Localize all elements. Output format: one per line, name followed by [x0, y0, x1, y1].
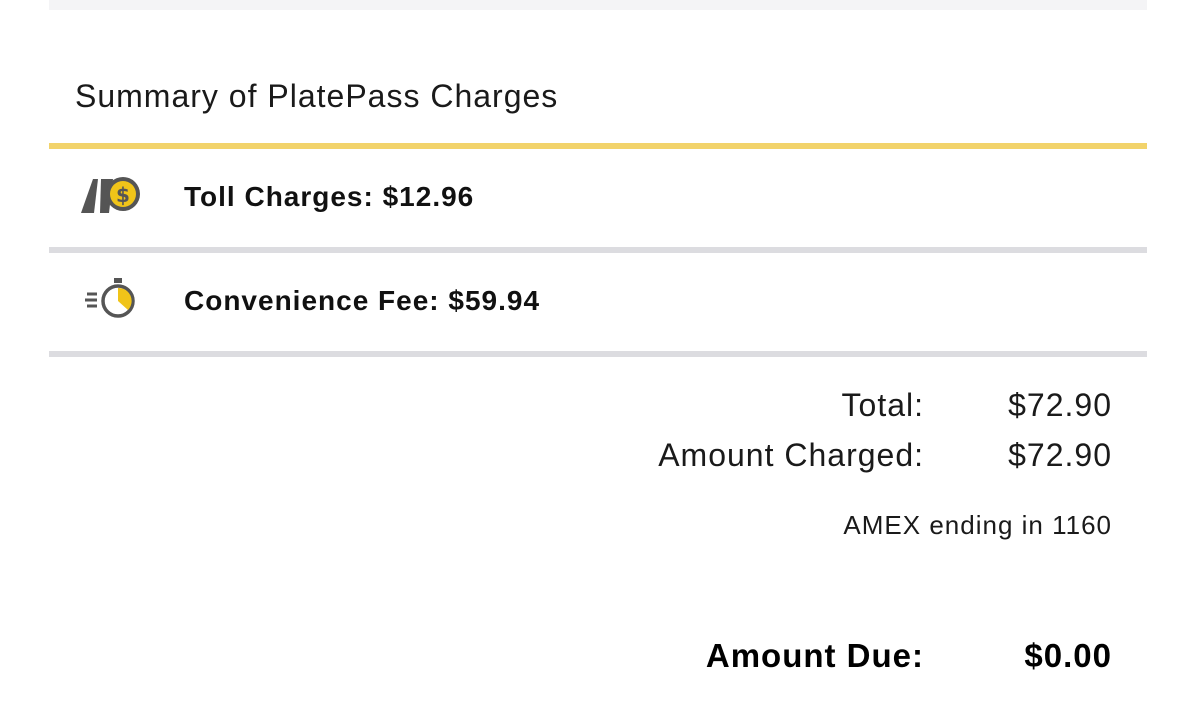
total-label: Total: [841, 387, 924, 423]
charge-row-convenience-fee: Convenience Fee: $59.94 [49, 253, 1147, 351]
convenience-fee-label: Convenience Fee: $59.94 [184, 285, 541, 316]
stopwatch-speed-icon [85, 277, 139, 321]
amount-charged-value: $72.90 [1008, 437, 1112, 473]
toll-charges-label: Toll Charges: $12.96 [184, 181, 475, 212]
charge-row-toll: $ Toll Charges: $12.96 [49, 149, 1147, 247]
amount-due-label: Amount Due: [705, 637, 924, 674]
amount-due-value: $0.00 [1024, 637, 1112, 674]
svg-text:$: $ [116, 183, 130, 207]
top-band [49, 0, 1147, 10]
row-divider [49, 351, 1147, 357]
section-title: Summary of PlatePass Charges [75, 78, 559, 114]
total-value: $72.90 [1008, 387, 1112, 423]
toll-road-dollar-icon: $ [79, 173, 145, 217]
amount-charged-label: Amount Charged: [658, 437, 924, 473]
payment-card-info: AMEX ending in 1160 [843, 510, 1112, 540]
